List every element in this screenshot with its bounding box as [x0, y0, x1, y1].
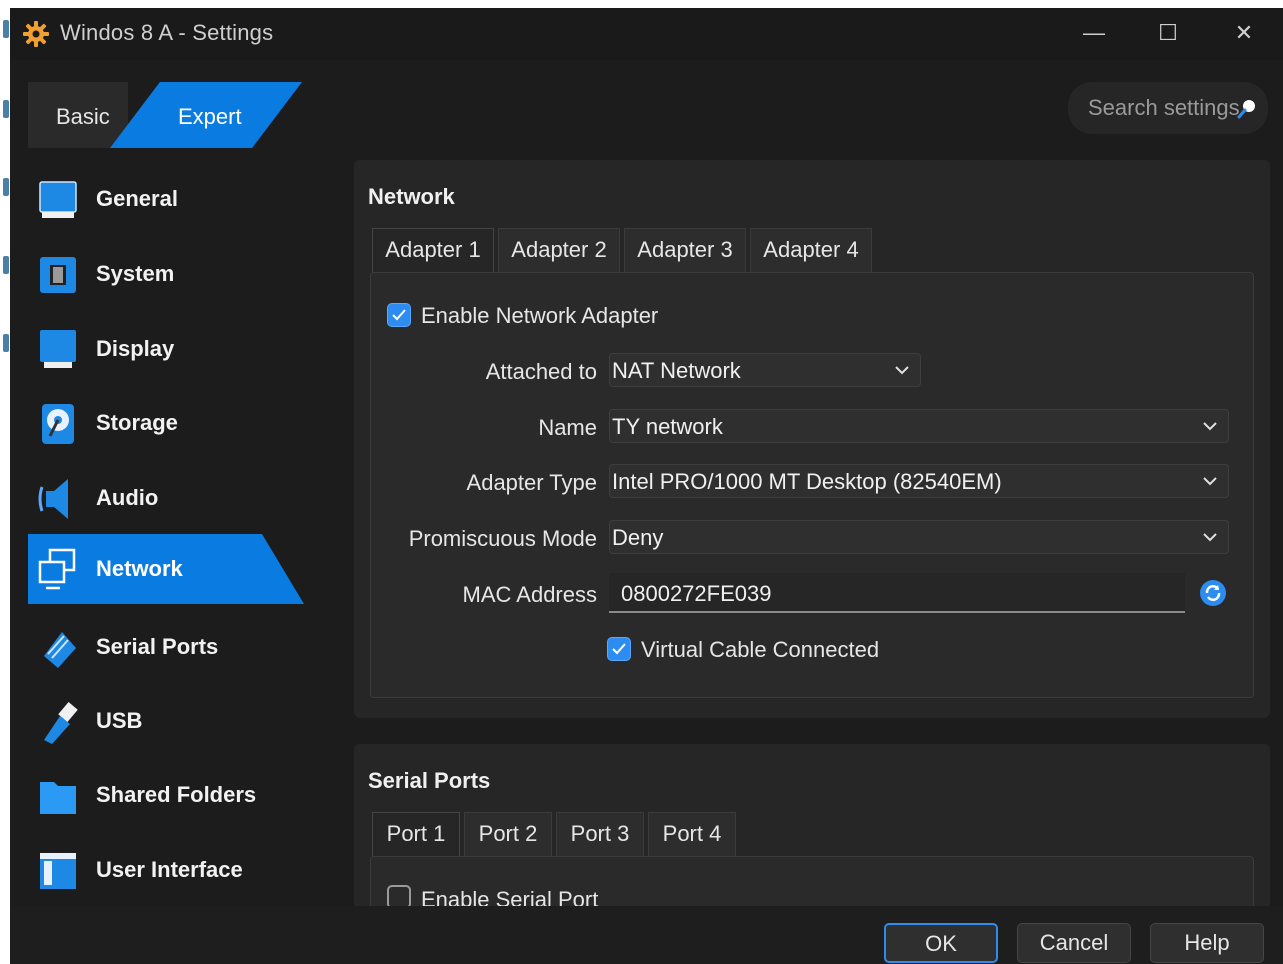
- tab-port-1[interactable]: Port 1: [372, 812, 460, 858]
- sidebar-item-label: Audio: [96, 485, 159, 510]
- expert-mode-label[interactable]: Expert: [178, 104, 242, 130]
- adapter-type-dropdown[interactable]: Intel PRO/1000 MT Desktop (82540EM): [609, 464, 1229, 498]
- general-monitor-icon: [39, 181, 77, 218]
- attached-to-label: Attached to: [485, 359, 597, 384]
- serial-ports-section-title: Serial Ports: [368, 768, 491, 793]
- port-tabbar: Port 1 Port 2 Port 3 Port 4: [372, 812, 752, 858]
- minimize-button[interactable]: —: [1074, 18, 1114, 48]
- mac-address-label: MAC Address: [462, 582, 598, 607]
- attached-to-dropdown[interactable]: NAT Network: [609, 353, 921, 387]
- maximize-button[interactable]: ☐: [1148, 18, 1188, 48]
- enable-network-adapter-label[interactable]: Enable Network Adapter: [421, 303, 658, 329]
- sidebar-item-label: Display: [96, 336, 175, 361]
- basic-mode-label[interactable]: Basic: [56, 104, 110, 130]
- app-gear-icon: [23, 21, 49, 47]
- system-chip-icon: [40, 257, 76, 293]
- usb-icon: [44, 702, 78, 744]
- network-section-title: Network: [368, 184, 455, 209]
- sidebar-item-network[interactable]: Network: [28, 534, 304, 604]
- chevron-down-icon: [895, 366, 909, 375]
- virtual-cable-connected-label[interactable]: Virtual Cable Connected: [641, 637, 879, 663]
- promiscuous-mode-label: Promiscuous Mode: [408, 526, 597, 551]
- attached-to-value: NAT Network: [612, 358, 741, 383]
- virtual-cable-connected-checkbox[interactable]: [607, 637, 631, 661]
- background-window-edge: [0, 8, 10, 964]
- sidebar-item-label: Serial Ports: [96, 634, 219, 659]
- sidebar-item-label: Network: [96, 556, 183, 581]
- sidebar-item-system[interactable]: System: [28, 239, 328, 309]
- ok-button[interactable]: OK: [884, 923, 998, 963]
- search-placeholder[interactable]: Search settings: [1088, 95, 1240, 121]
- settings-window: Windos 8 A - Settings — ☐ ✕ Basic Expert…: [10, 8, 1283, 964]
- audio-speaker-icon: [38, 479, 68, 519]
- sidebar-item-label: System: [96, 261, 175, 286]
- adapter-type-value: Intel PRO/1000 MT Desktop (82540EM): [612, 469, 1002, 494]
- promiscuous-mode-dropdown[interactable]: Deny: [609, 520, 1229, 554]
- mac-address-field[interactable]: 0800272FE039: [609, 573, 1185, 613]
- tab-port-4[interactable]: Port 4: [648, 812, 736, 856]
- sidebar-item-label: User Interface: [96, 857, 243, 882]
- sidebar-item-audio[interactable]: Audio: [28, 463, 328, 533]
- check-icon: [392, 309, 406, 321]
- network-group: Network Adapter 1 Adapter 2 Adapter 3 Ad…: [354, 160, 1270, 718]
- title-bar[interactable]: Windos 8 A - Settings — ☐ ✕: [10, 8, 1283, 60]
- refresh-mac-icon[interactable]: [1199, 579, 1227, 607]
- sidebar-item-usb[interactable]: USB: [28, 686, 328, 756]
- mac-address-value: 0800272FE039: [621, 581, 772, 606]
- adapter-tabbar: Adapter 1 Adapter 2 Adapter 3 Adapter 4: [372, 228, 892, 274]
- cancel-button[interactable]: Cancel: [1017, 923, 1131, 963]
- sidebar-item-label: Storage: [96, 410, 178, 435]
- chevron-down-icon: [1203, 422, 1217, 431]
- display-monitor-icon: [40, 330, 76, 368]
- adapter-1-pane: Enable Network Adapter Attached to NAT N…: [370, 272, 1254, 698]
- sidebar-item-storage[interactable]: Storage: [28, 388, 328, 458]
- tab-adapter-1[interactable]: Adapter 1: [372, 228, 494, 274]
- name-value: TY network: [612, 414, 723, 439]
- adapter-type-label: Adapter Type: [466, 470, 597, 495]
- name-dropdown[interactable]: TY network: [609, 409, 1229, 443]
- search-icon[interactable]: [1236, 98, 1258, 120]
- chevron-down-icon: [1203, 533, 1217, 542]
- storage-disk-icon: [42, 404, 74, 444]
- sidebar-item-general[interactable]: General: [28, 164, 328, 234]
- sidebar-item-display[interactable]: Display: [28, 314, 328, 384]
- sidebar-item-label: General: [96, 186, 178, 211]
- window-title: Windos 8 A - Settings: [60, 20, 274, 45]
- tab-port-3[interactable]: Port 3: [556, 812, 644, 856]
- network-icon: [38, 548, 76, 590]
- sidebar-item-serial-ports[interactable]: Serial Ports: [28, 612, 328, 682]
- sidebar-item-label: Shared Folders: [96, 782, 257, 807]
- search-settings-field[interactable]: Search settings: [1068, 82, 1268, 134]
- enable-network-adapter-checkbox[interactable]: [387, 303, 411, 327]
- tab-adapter-4[interactable]: Adapter 4: [750, 228, 872, 272]
- tab-adapter-3[interactable]: Adapter 3: [624, 228, 746, 272]
- chevron-down-icon: [1203, 477, 1217, 486]
- folder-icon: [40, 782, 76, 814]
- sidebar-item-user-interface[interactable]: User Interface: [28, 835, 328, 905]
- promiscuous-mode-value: Deny: [612, 525, 664, 550]
- user-interface-icon: [40, 853, 76, 889]
- tab-port-2[interactable]: Port 2: [464, 812, 552, 856]
- check-icon: [612, 643, 626, 655]
- sidebar-item-shared-folders[interactable]: Shared Folders: [28, 760, 328, 830]
- serial-port-icon: [44, 632, 76, 668]
- sidebar-item-label: USB: [96, 708, 143, 733]
- help-button[interactable]: Help: [1150, 923, 1264, 963]
- close-button[interactable]: ✕: [1224, 18, 1264, 48]
- tab-adapter-2[interactable]: Adapter 2: [498, 228, 620, 272]
- name-label: Name: [538, 415, 597, 440]
